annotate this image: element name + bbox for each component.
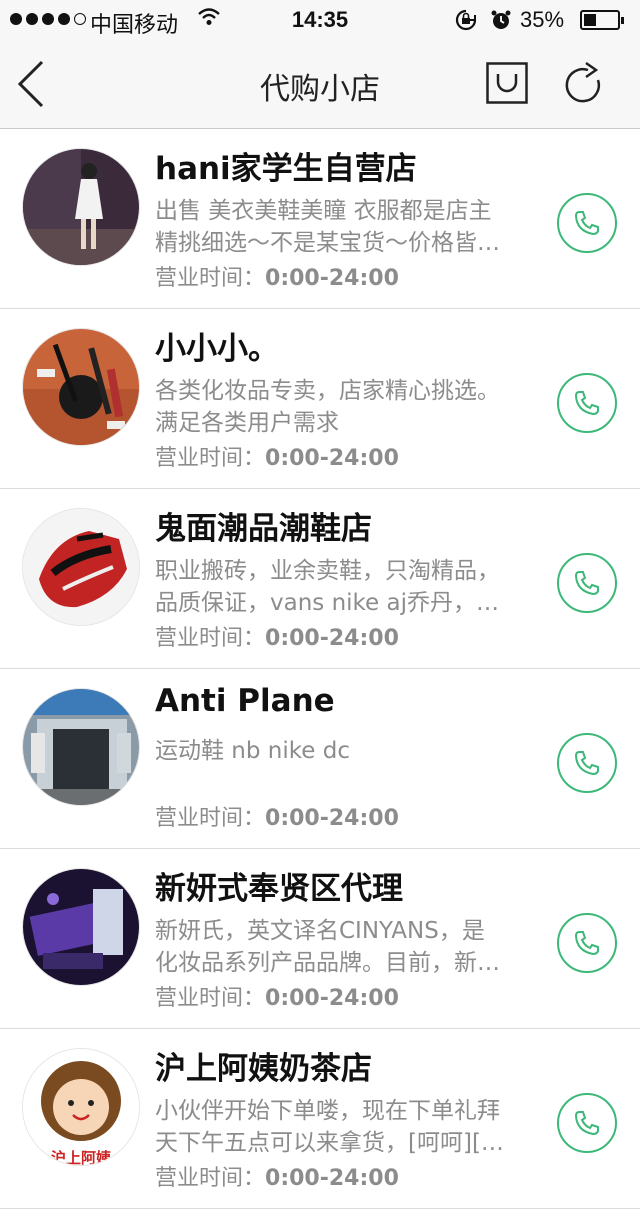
battery-percent: 35% bbox=[520, 7, 565, 32]
call-button[interactable] bbox=[557, 913, 617, 973]
shop-description: 小伙伴开始下单喽，现在下单礼拜 天下午五点可以来拿货，[呵呵][… bbox=[155, 1098, 504, 1156]
shop-avatar: 沪上阿姨 bbox=[22, 1048, 140, 1166]
shop-name: 新妍式奉贤区代理 bbox=[155, 871, 403, 907]
shop-name: hani家学生自营店 bbox=[155, 151, 417, 187]
business-hours: 营业时间：0:00-24:00 bbox=[155, 266, 399, 291]
shop-item[interactable]: 小小小。 各类化妆品专卖，店家精心挑选。 满足各类用户需求 营业时间：0:00-… bbox=[0, 309, 640, 489]
shop-logo-text: 沪上阿姨 bbox=[50, 1149, 111, 1166]
shop-item[interactable]: 鬼面潮品潮鞋店 职业搬砖，业余卖鞋，只淘精品， 品质保证，vans nike a… bbox=[0, 489, 640, 669]
call-button[interactable] bbox=[557, 193, 617, 253]
shop-avatar bbox=[22, 328, 140, 446]
shop-avatar bbox=[22, 508, 140, 626]
phone-icon bbox=[574, 1111, 599, 1136]
phone-icon bbox=[574, 931, 599, 956]
shop-description: 运动鞋 nb nike dc bbox=[155, 738, 350, 764]
call-button[interactable] bbox=[557, 1093, 617, 1153]
refresh-icon[interactable] bbox=[562, 60, 608, 108]
page-title: 代购小店 bbox=[260, 72, 380, 107]
status-bar: 中国移动 14:35 35% bbox=[0, 0, 640, 40]
shop-name: 小小小。 bbox=[155, 331, 279, 367]
shop-description: 各类化妆品专卖，店家精心挑选。 满足各类用户需求 bbox=[155, 378, 500, 436]
shop-avatar bbox=[22, 688, 140, 806]
battery-icon bbox=[580, 10, 624, 30]
shop-list: hani家学生自营店 出售 美衣美鞋美瞳 衣服都是店主 精挑细选～不是某宝货～价… bbox=[0, 129, 640, 1209]
shop-avatar bbox=[22, 148, 140, 266]
shop-description: 出售 美衣美鞋美瞳 衣服都是店主 精挑细选～不是某宝货～价格皆… bbox=[155, 198, 500, 256]
shop-description: 职业搬砖，业余卖鞋，只淘精品， 品质保证，vans nike aj乔丹，… bbox=[155, 558, 500, 616]
phone-icon bbox=[574, 391, 599, 416]
call-button[interactable] bbox=[557, 373, 617, 433]
shop-description: 新妍氏，英文译名CINYANS，是 化妆品系列产品品牌。目前，新… bbox=[155, 918, 500, 976]
shop-item[interactable]: 新妍式奉贤区代理 新妍氏，英文译名CINYANS，是 化妆品系列产品品牌。目前，… bbox=[0, 849, 640, 1029]
call-button[interactable] bbox=[557, 733, 617, 793]
shopping-bag-icon[interactable] bbox=[486, 62, 528, 104]
alarm-icon bbox=[491, 10, 511, 29]
rotation-lock-icon bbox=[455, 9, 477, 31]
phone-icon bbox=[574, 211, 599, 236]
shop-name: 沪上阿姨奶茶店 bbox=[155, 1051, 372, 1087]
business-hours: 营业时间：0:00-24:00 bbox=[155, 986, 399, 1011]
business-hours: 营业时间：0:00-24:00 bbox=[155, 1166, 399, 1191]
business-hours: 营业时间：0:00-24:00 bbox=[155, 626, 399, 651]
shop-avatar bbox=[22, 868, 140, 986]
shop-name: 鬼面潮品潮鞋店 bbox=[155, 511, 372, 547]
shop-name: Anti Plane bbox=[155, 683, 335, 719]
business-hours: 营业时间：0:00-24:00 bbox=[155, 806, 399, 831]
shop-item[interactable]: hani家学生自营店 出售 美衣美鞋美瞳 衣服都是店主 精挑细选～不是某宝货～价… bbox=[0, 129, 640, 309]
shop-item[interactable]: Anti Plane 运动鞋 nb nike dc 营业时间：0:00-24:0… bbox=[0, 669, 640, 849]
business-hours: 营业时间：0:00-24:00 bbox=[155, 446, 399, 471]
call-button[interactable] bbox=[557, 553, 617, 613]
navigation-bar: 代购小店 bbox=[0, 40, 640, 129]
shop-item[interactable]: 沪上阿姨 沪上阿姨奶茶店 小伙伴开始下单喽，现在下单礼拜 天下午五点可以来拿货，… bbox=[0, 1029, 640, 1209]
phone-icon bbox=[574, 571, 599, 596]
phone-icon bbox=[574, 751, 599, 776]
